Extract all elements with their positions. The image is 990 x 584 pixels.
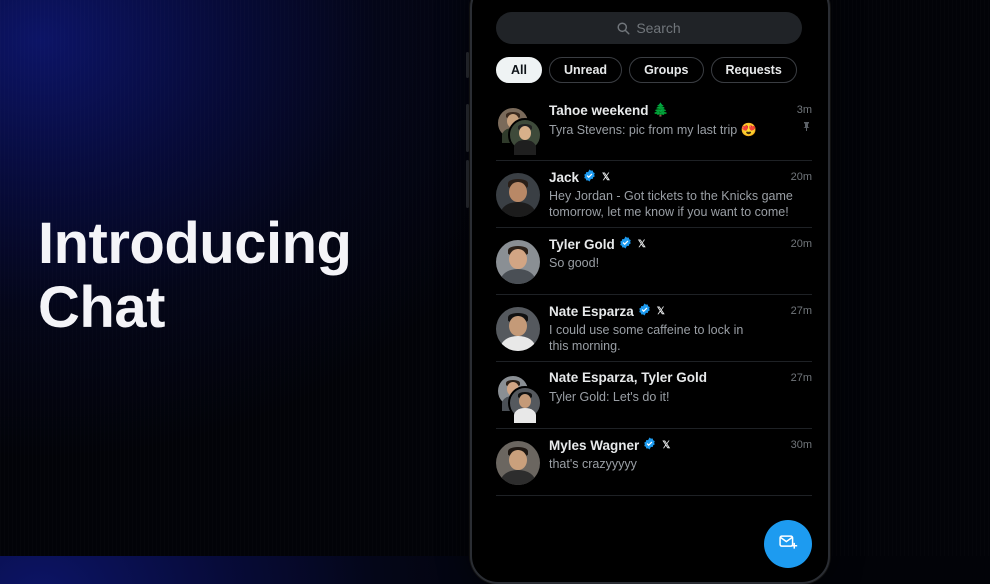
headline-line-1: Introducing [38,211,352,276]
conversation-name-line: Tyler Gold 𝕏 [549,236,646,252]
conversation-preview: Tyra Stevens: pic from my last trip 😍 [549,122,799,139]
verified-badge-icon [583,169,596,185]
conversation-message: So good! [549,256,600,270]
conversation-name: Jack [549,169,580,185]
conversation-name: Myles Wagner [549,437,640,453]
tab-all[interactable]: All [496,57,542,83]
conversation-name-line: Jack 𝕏 [549,169,610,185]
conversation-time: 27m [790,372,812,384]
x-logo-icon: 𝕏 [656,305,665,317]
pin-icon [803,122,810,133]
avatar [496,441,540,485]
tab-unread[interactable]: Unread [548,57,623,83]
conversation-message: I could use some caffeine to lock in thi… [549,323,744,353]
headline-line-2: Chat [38,275,165,340]
phone-volume-down [466,160,469,208]
verified-badge-icon [619,236,632,252]
tab-groups[interactable]: Groups [629,57,704,83]
conversation-name-line: Tahoe weekend 🌲 [549,102,669,118]
phone-screen: Search All Unread Groups Requests Tahoe … [470,0,830,584]
conversation-name-line: Nate Esparza, Tyler Gold [549,370,707,385]
search-placeholder: Search [636,20,681,36]
conversation-name: Tyler Gold [549,236,615,252]
search-icon [617,21,630,35]
conversation-time: 3m [796,104,812,116]
search-input[interactable]: Search [496,12,802,44]
verified-badge-icon [638,303,651,319]
phone-volume-up [466,104,469,152]
conversation-time: 30m [790,439,812,451]
tree-emoji: 🌲 [652,102,669,117]
filter-tabs: All Unread Groups Requests [496,57,797,83]
conversation-message: Hey Jordan - Got tickets to the Knicks g… [549,189,793,219]
conversation-name: Nate Esparza [549,303,634,319]
conversation-time: 20m [790,171,812,183]
conversation-name: Nate Esparza, Tyler Gold [549,370,708,385]
x-logo-icon: 𝕏 [637,238,646,250]
phone-side-button [466,52,469,78]
conversation-row-myles-wagner[interactable]: Myles Wagner 𝕏 30m that's crazyyyyy [496,429,812,496]
avatar [496,173,540,217]
avatar [496,240,540,284]
verified-badge-icon [643,437,656,453]
x-logo-icon: 𝕏 [602,171,611,183]
new-message-icon [778,532,798,557]
x-logo-icon: 𝕏 [662,439,671,451]
conversation-list: Tahoe weekend 🌲 3m Tyra Stevens: pic fro… [472,94,824,496]
tab-requests[interactable]: Requests [710,57,797,83]
avatar [496,307,540,351]
conversation-time: 20m [790,238,812,250]
conversation-message: Tyler Gold: Let's do it! [549,390,670,404]
conversation-name: Tahoe weekend [549,102,649,118]
headline: Introducing Chat [38,211,352,340]
conversation-time: 27m [790,305,812,317]
group-avatar [496,106,542,155]
conversation-row-nate-tyler-group[interactable]: Nate Esparza, Tyler Gold 27m Tyler Gold:… [496,362,812,429]
conversation-name-line: Myles Wagner 𝕏 [549,437,670,453]
new-message-button[interactable] [764,520,812,568]
group-avatar [496,374,542,423]
conversation-row-nate-esparza[interactable]: Nate Esparza 𝕏 27m I could use some caff… [496,295,812,362]
conversation-name-line: Nate Esparza 𝕏 [549,303,665,319]
heart-eyes-emoji: 😍 [740,122,757,137]
conversation-row-tahoe-weekend[interactable]: Tahoe weekend 🌲 3m Tyra Stevens: pic fro… [496,94,812,161]
conversation-message: that's crazyyyyy [549,457,637,471]
conversation-row-jack[interactable]: Jack 𝕏 20m Hey Jordan - Got tickets to t… [496,161,812,228]
conversation-message: Tyra Stevens: pic from my last trip [549,123,738,137]
conversation-row-tyler-gold[interactable]: Tyler Gold 𝕏 20m So good! [496,228,812,295]
